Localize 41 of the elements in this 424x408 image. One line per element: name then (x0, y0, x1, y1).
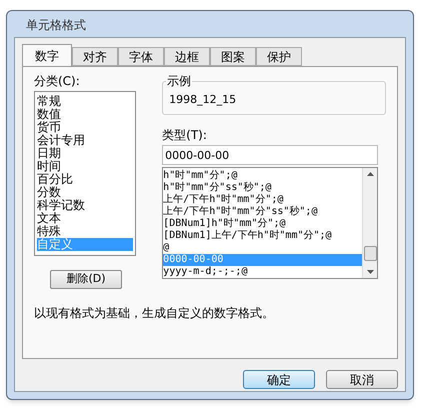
type-field[interactable]: 0000-00-00 (162, 145, 378, 165)
category-item[interactable]: 分数 (37, 186, 134, 199)
category-item[interactable]: 特殊 (37, 225, 134, 238)
tab[interactable]: 对齐 (72, 47, 118, 66)
type-item[interactable]: h"时"mm"分"ss"秒";@ (163, 182, 362, 194)
category-item[interactable]: 文本 (37, 212, 134, 225)
tab[interactable]: 图案 (210, 47, 256, 66)
scroll-thumb[interactable] (364, 246, 377, 260)
type-item[interactable]: 上午/下午h"时"mm"分";@ (163, 194, 362, 206)
dialog-button[interactable]: 确定 (243, 370, 315, 389)
window-title: 单元格格式 (25, 17, 87, 34)
category-item[interactable]: 货币 (37, 121, 134, 134)
dialog-button[interactable]: 取消 (326, 370, 398, 389)
scroll-up-icon[interactable] (366, 172, 374, 176)
type-item[interactable]: @ (163, 242, 362, 254)
type-label: 类型(T): (162, 127, 208, 143)
tab[interactable]: 数字 (22, 44, 72, 66)
category-list[interactable]: 常规 数值 货币 会计专用 日期 时间 百分比 分数 科学记数 文本 特殊 自定义 (34, 91, 136, 256)
category-label: 分类(C): (34, 73, 81, 89)
type-item[interactable]: 上午/下午h"时"mm"分"ss"秒";@ (163, 206, 362, 218)
category-item[interactable]: 会计专用 (37, 134, 134, 147)
scrollbar[interactable] (362, 168, 378, 278)
delete-button[interactable]: 删除(D) (50, 270, 122, 289)
category-item[interactable]: 百分比 (37, 173, 134, 186)
scroll-down-icon[interactable] (366, 270, 374, 274)
type-item[interactable]: [DBNum1]上午/下午h"时"mm"分";@ (163, 230, 362, 242)
category-item[interactable]: 常规 (37, 95, 134, 108)
tab[interactable]: 保护 (256, 47, 302, 66)
tab[interactable]: 边框 (164, 47, 210, 66)
type-list[interactable]: h"时"mm"分";@ h"时"mm"分"ss"秒";@ 上午/下午h"时"mm"分";@ 上午/下午h"时"mm"分"ss"秒";@ [DBNum1]h"时"mm"分";@ [DBNum1]上午/下午h"时"mm"分";@ @ 0000-00-00 yyyy-m-d;-;-;@ (162, 167, 378, 279)
sample-value: 1998_12_15 (169, 93, 238, 107)
description-text: 以现有格式为基础，生成自定义的数字格式。 (34, 305, 275, 321)
type-item[interactable]: [DBNum1]h"时"mm"分";@ (163, 218, 362, 230)
tab[interactable]: 字体 (118, 47, 164, 66)
category-item[interactable]: 数值 (37, 108, 134, 121)
sample-label: 示例 (166, 73, 192, 89)
category-item[interactable]: 时间 (37, 160, 134, 173)
type-item[interactable]: h"时"mm"分";@ (163, 170, 362, 182)
category-item[interactable]: 科学记数 (37, 199, 134, 212)
type-item[interactable]: yyyy-m-d;-;-;@ (163, 266, 362, 278)
category-item[interactable]: 日期 (37, 147, 134, 160)
